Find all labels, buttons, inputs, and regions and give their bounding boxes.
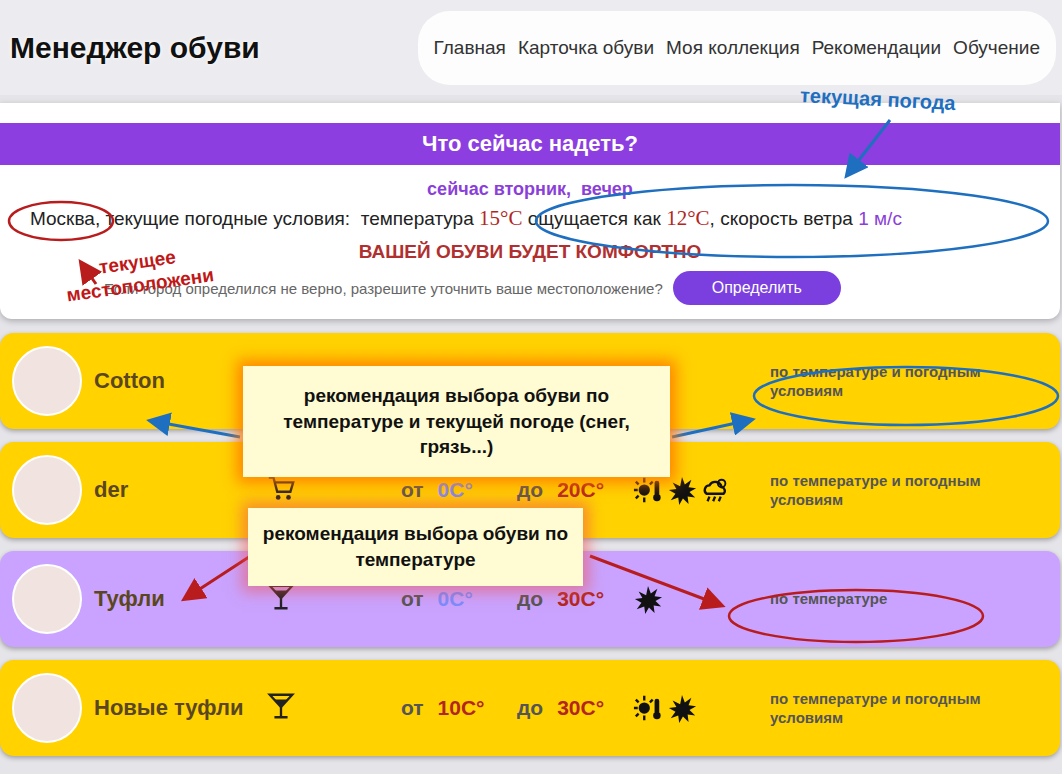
to-range: до 30C° [517,587,633,611]
locate-button[interactable]: Определить [673,271,841,305]
occasion-cell [266,473,401,507]
weather-line: Москва, текущие погодные условия: темпер… [0,206,1060,231]
to-label: до [517,478,543,502]
shoe-photo [12,673,82,743]
from-temp: 10C° [438,696,485,720]
from-range: от 0C° [401,587,517,611]
cocktail-icon [266,691,296,721]
from-temp: 0C° [438,587,473,611]
callout-temperature: рекомендация выбора обуви по температуре [248,508,583,586]
to-label: до [517,696,543,720]
to-label: до [517,587,543,611]
shoe-photo [12,346,82,416]
rec-arrow [672,420,750,437]
to-temp: 30C° [557,696,604,720]
conditions [633,693,770,723]
to-range: до 20C° [517,478,633,502]
shoe-photo [12,564,82,634]
from-range: от 0C° [401,478,517,502]
from-label: от [401,696,424,720]
from-range: от 10C° [401,696,517,720]
from-temp: 0C° [438,478,473,502]
temperature-rec-oval [729,590,983,642]
sun-thermometer-icon [633,475,663,505]
rec-arrow-temp [590,556,720,605]
panel-heading: Что сейчас надеть? [0,123,1060,165]
nav-item[interactable]: Карточка обуви [518,37,654,59]
day-label: сейчас вторник, вечер [0,179,1060,200]
app-title: Менеджер обуви [0,31,260,65]
city: Москва [30,208,95,229]
wind-speed: 1 м/с [858,208,902,229]
feels-temperature: 12°С [666,206,709,230]
nav-bar: Главная Карточка обуви Моя коллекция Рекоме… [418,11,1056,85]
feels-label: ощущается как [522,208,666,229]
header: Менеджер обуви Главная Карточка обуви Моя к… [0,0,1062,95]
callout-weather: рекомендация выбора обуви по температуре… [243,366,670,477]
from-label: от [401,587,424,611]
shoe-name: Туфли [94,586,266,612]
temperature: 15°С [479,206,522,230]
recommendation-type: по температуре и погодным условиям [770,362,1060,401]
shoe-name: Новые туфли [94,695,266,721]
occasion-cell [266,691,401,725]
nav-item[interactable]: Рекомендации [812,37,941,59]
shoe-photo [12,455,82,525]
nav-item[interactable]: Моя коллекция [666,37,800,59]
shoe-photo-cell [12,564,94,634]
name-arrow-temp [186,555,252,598]
occasion-cell [266,582,401,616]
weather-oval [536,185,1048,257]
conditions [633,475,770,505]
sun-thermometer-icon [633,693,663,723]
from-label: от [401,478,424,502]
shoe-name: Cotton [94,368,266,394]
nav-item[interactable]: Обучение [953,37,1040,59]
cocktail-icon [266,582,296,612]
shoe-name: der [94,477,266,503]
mud-splash-icon [633,584,663,614]
recommendation-type: по температуре и погодным условиям [770,689,1060,728]
weather-rec-oval [754,367,1058,425]
location-oval [9,202,113,240]
recommendation-type: по температуре и погодным условиям [770,471,1060,510]
weather-arrow [848,120,890,174]
to-range: до 30C° [517,696,633,720]
shoe-photo-cell [12,346,94,416]
cart-icon [266,473,296,503]
wind-label: , скорость ветра [710,208,859,229]
conditions [633,584,770,614]
shoe-photo-cell [12,673,94,743]
to-temp: 20C° [557,478,604,502]
to-temp: 30C° [557,587,604,611]
mud-splash-icon [667,475,697,505]
page: Менеджер обуви Главная Карточка обуви Моя к… [0,0,1062,774]
nav-item[interactable]: Главная [434,37,506,59]
recommendation-type: по температуре [770,589,1060,609]
mud-splash-icon [667,693,697,723]
shoe-row[interactable]: Новые туфли от 10C° до 30C° по температуре и … [0,660,1060,756]
rain-cloud-icon [701,475,731,505]
name-arrow [152,421,240,437]
conditions-label: , текущие погодные условия: температура [95,208,479,229]
shoe-photo-cell [12,455,94,525]
